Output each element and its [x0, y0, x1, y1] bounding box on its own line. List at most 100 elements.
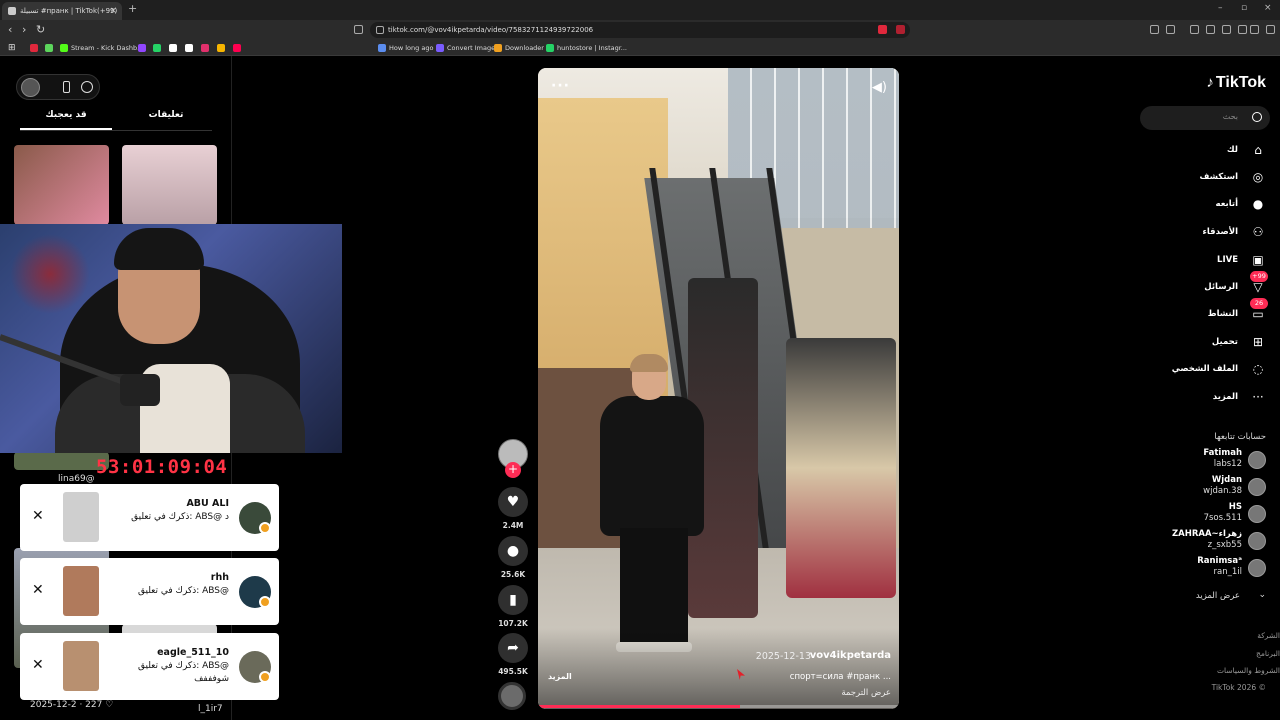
followed-account[interactable]: Ranimsaᵃ ran_1il — [1136, 556, 1266, 580]
bookmark-item[interactable] — [138, 42, 149, 54]
panel-controls — [16, 74, 100, 100]
footer-link[interactable]: البرنامج — [1256, 649, 1280, 658]
followed-account[interactable]: Fatimah labs12 — [1136, 448, 1266, 472]
account-name: ZAHRAA~زهراء — [1171, 529, 1242, 539]
chevron-down-icon[interactable]: ⌄ — [1258, 590, 1266, 600]
bookmark-item[interactable] — [185, 42, 196, 54]
video-progress-bar[interactable] — [538, 705, 899, 708]
video-thumbnail[interactable] — [63, 492, 99, 542]
bookmark-item[interactable] — [217, 42, 228, 54]
share-icon[interactable]: ➦ — [498, 633, 528, 663]
sidebar-item[interactable]: الأصدقاء ⚇ — [1136, 224, 1266, 242]
sidebar-item[interactable]: الملف الشخصي ◌ — [1136, 361, 1266, 379]
followed-account[interactable]: ZAHRAA~زهراء z_sxb55 — [1136, 529, 1266, 553]
extension-icon[interactable] — [1150, 25, 1159, 34]
see-more-link[interactable]: عرض المزيد — [1196, 591, 1240, 601]
bookmark-item[interactable]: How long ago — [378, 42, 433, 54]
tab-you-may-like[interactable]: قد يعجبك — [18, 110, 114, 120]
bookmark-item[interactable] — [45, 42, 56, 54]
sidebar-item[interactable]: لك ⌂ — [1136, 142, 1266, 160]
apps-grid-icon[interactable]: ⊞ — [8, 42, 16, 54]
sidebar-item[interactable]: الرسائل ▽ +99 — [1136, 271, 1268, 297]
extension-icon[interactable] — [1222, 25, 1231, 34]
video-author[interactable]: vov4ikpetarda — [810, 650, 891, 661]
site-info-icon[interactable] — [376, 26, 384, 34]
extension-icon[interactable] — [1238, 25, 1247, 34]
reload-icon[interactable]: ↻ — [36, 23, 45, 36]
avatar[interactable] — [1248, 532, 1266, 550]
music-disc-icon[interactable] — [498, 682, 526, 710]
sidebar-item[interactable]: أتابعه ● — [1136, 196, 1266, 214]
bookmark-item[interactable] — [169, 42, 180, 54]
media-icon[interactable] — [1190, 25, 1199, 34]
mention-notification[interactable]: ✕ ABU ALI ذكرك في تعليق: ABS@ د — [20, 484, 279, 551]
bookmark-item[interactable] — [233, 42, 244, 54]
mention-notification[interactable]: ✕ eagle_511_10 ذكرك في تعليق: ABS@ شوفففف — [20, 633, 279, 700]
browser-tab[interactable]: تسبيلة #пранк | TikTok(+99) × — [2, 2, 122, 20]
close-tab-icon[interactable]: × — [109, 2, 117, 20]
see-translation-link[interactable]: عرض الترجمة — [841, 688, 891, 698]
video-menu-icon[interactable]: ··· — [551, 78, 570, 94]
sidebar-item[interactable]: النشاط ▭ 26 — [1136, 298, 1268, 324]
avatar[interactable] — [21, 78, 40, 97]
new-tab-icon[interactable]: + — [128, 2, 137, 15]
close-window-icon[interactable]: × — [1264, 3, 1272, 13]
video-thumbnail[interactable] — [14, 145, 109, 225]
mention-notification[interactable]: ✕ rhh ذكرك في تعليق: ABS@ — [20, 558, 279, 625]
close-icon[interactable]: ✕ — [32, 582, 44, 598]
caption-more-link[interactable]: المزيد — [548, 672, 572, 681]
bookmark-item[interactable] — [30, 42, 41, 54]
follow-plus-icon[interactable]: + — [505, 462, 521, 478]
footer-link[interactable]: الشركة — [1257, 631, 1280, 640]
comment-icon[interactable]: ● — [498, 536, 528, 566]
sidebar-item[interactable]: LIVE ▣ — [1136, 252, 1266, 270]
bookmark-item[interactable] — [201, 42, 212, 54]
video-thumbnail[interactable] — [122, 145, 217, 225]
footer-link[interactable]: الشروط والسياسات — [1217, 666, 1280, 675]
bookmark-item[interactable]: Downloader — [494, 42, 544, 54]
tiktok-logo[interactable]: ♪ TikTok — [1206, 74, 1266, 92]
maximize-icon[interactable]: ▫ — [1241, 3, 1247, 13]
minimize-icon[interactable]: – — [1218, 3, 1223, 13]
bookmark-page-icon[interactable] — [354, 25, 363, 34]
sidebar-icon[interactable] — [1206, 25, 1215, 34]
followed-account[interactable]: Wjdan wjdan.38 — [1136, 475, 1266, 499]
followed-account[interactable]: HS 7sos.511 — [1136, 502, 1266, 526]
extension-icon[interactable] — [1166, 25, 1175, 34]
bookmark-favicon-icon — [45, 44, 53, 52]
video-thumbnail[interactable] — [63, 641, 99, 691]
avatar[interactable] — [1248, 505, 1266, 523]
avatar[interactable] — [1248, 478, 1266, 496]
search-input[interactable]: بحث — [1140, 106, 1270, 130]
like-heart-icon[interactable]: ♥ — [498, 487, 528, 517]
video-thumbnail[interactable] — [14, 452, 109, 470]
sidebar-item[interactable]: المزيد ··· — [1136, 389, 1266, 407]
search-icon[interactable] — [1252, 112, 1262, 122]
video-player[interactable]: ··· ◀) vov4ikpetarda 2025-12-13 спорт=си… — [538, 68, 899, 709]
extension-icon[interactable] — [896, 25, 905, 34]
close-icon[interactable]: ✕ — [32, 508, 44, 524]
bookmark-item[interactable]: huntostore | Instagr... — [546, 42, 627, 54]
sidebar-item[interactable]: تحميل ⊞ — [1136, 334, 1266, 352]
tab-comments[interactable]: تعليقات — [118, 110, 214, 120]
address-bar[interactable]: tiktok.com/@vov4ikpetarda/video/75832711… — [370, 22, 910, 38]
account-username: 7sos.511 — [1203, 513, 1242, 523]
bookmark-item[interactable]: Convert Image — [436, 42, 495, 54]
sound-icon[interactable]: ◀) — [872, 80, 887, 95]
close-icon[interactable]: ✕ — [32, 657, 44, 673]
extension-icon[interactable] — [878, 25, 887, 34]
compass-icon[interactable] — [81, 81, 93, 93]
shield-icon[interactable] — [1250, 25, 1259, 34]
back-icon[interactable]: ‹ — [8, 23, 12, 36]
phone-icon[interactable] — [63, 81, 70, 93]
bookmark-item[interactable]: Stream - Kick Dashb... — [60, 42, 143, 54]
bookmark-icon[interactable]: ▮ — [498, 585, 528, 615]
forward-icon[interactable]: › — [22, 23, 26, 36]
bookmark-item[interactable] — [153, 42, 164, 54]
footer-link[interactable]: TikTok 2026 © — [1212, 683, 1266, 692]
avatar[interactable] — [1248, 559, 1266, 577]
video-thumbnail[interactable] — [63, 566, 99, 616]
avatar[interactable] — [1248, 451, 1266, 469]
menu-icon[interactable] — [1266, 25, 1275, 34]
sidebar-item[interactable]: استكشف ◎ — [1136, 169, 1266, 187]
